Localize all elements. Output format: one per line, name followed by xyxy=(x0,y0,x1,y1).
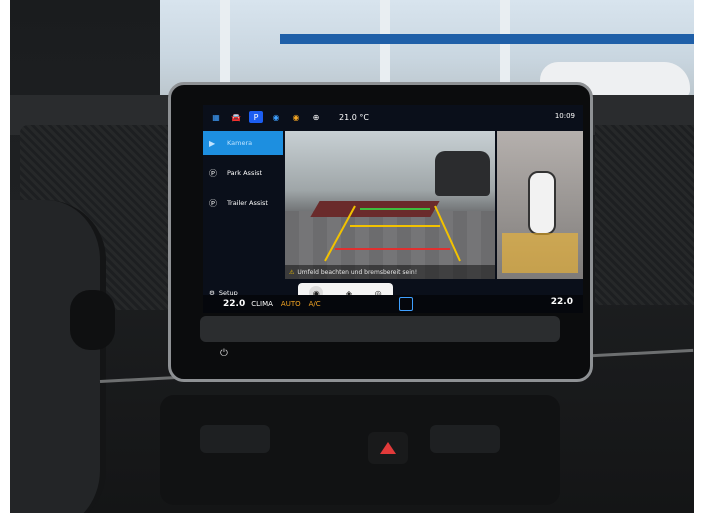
menu-item-park-assist[interactable]: Ⓟ Park Assist xyxy=(203,161,283,185)
guideline-yellow xyxy=(324,205,356,262)
menu-item-label: Trailer Assist xyxy=(227,199,268,207)
clima-label[interactable]: CLIMA xyxy=(251,300,273,308)
status-bar: ▦ 🚘 P ◉ ◉ ⊕ 21.0 °C 10:09 xyxy=(203,105,583,129)
rear-zone-highlight xyxy=(502,233,578,273)
camera-icon: ▶ xyxy=(209,138,216,148)
rear-camera-view: ⚠ Umfeld beachten und bremsbereit sein! xyxy=(285,131,495,279)
light-icon[interactable]: ◉ xyxy=(289,111,303,123)
right-temperature[interactable]: 22.0 xyxy=(551,297,573,307)
camera-warning: ⚠ Umfeld beachten und bremsbereit sein! xyxy=(285,265,495,279)
car-icon[interactable]: 🚘 xyxy=(229,111,243,123)
right-speaker-panel xyxy=(595,125,694,305)
park-assist-icon: Ⓟ xyxy=(209,168,217,178)
parking-guidelines xyxy=(324,205,461,262)
menu-item-label: Park Assist xyxy=(227,169,263,177)
assist-icon[interactable]: ◉ xyxy=(269,111,283,123)
menu-item-trailer-assist[interactable]: Ⓟ Trailer Assist xyxy=(203,191,283,215)
trailer-assist-icon: Ⓟ xyxy=(209,198,217,208)
climate-bar: 22.0 CLIMA AUTO A/C 22.0 xyxy=(203,295,583,313)
vehicle-top-icon xyxy=(528,171,556,235)
control-stalk xyxy=(70,290,115,350)
menu-item-label: Kamera xyxy=(227,139,253,147)
surround-top-view xyxy=(497,131,583,279)
ac-button[interactable]: A/C xyxy=(309,300,321,308)
add-icon[interactable]: ⊕ xyxy=(309,111,323,123)
menu-item-kamera[interactable]: ▶ Kamera xyxy=(203,131,283,155)
side-menu: ▶ Kamera Ⓟ Park Assist Ⓟ Trailer Assist xyxy=(203,131,283,291)
clock: 10:09 xyxy=(554,112,575,120)
infotainment-screen: ▦ 🚘 P ◉ ◉ ⊕ 21.0 °C 10:09 ▶ Kamera Ⓟ Par… xyxy=(203,105,583,313)
apps-grid-icon[interactable]: ▦ xyxy=(209,111,223,123)
lower-console xyxy=(160,395,560,505)
hazard-icon xyxy=(380,442,396,454)
steering-wheel xyxy=(10,200,106,513)
screen-touch-slider[interactable] xyxy=(200,316,560,342)
home-button[interactable] xyxy=(399,297,413,311)
power-icon[interactable]: ⏻ xyxy=(220,348,228,359)
parking-icon[interactable]: P xyxy=(249,111,263,123)
outside-temperature: 21.0 °C xyxy=(339,112,369,122)
warning-icon: ⚠ xyxy=(289,268,295,276)
left-temperature[interactable]: 22.0 xyxy=(223,299,245,309)
guideline-yellow xyxy=(434,205,461,262)
hazard-button[interactable] xyxy=(368,432,408,464)
auto-button[interactable]: AUTO xyxy=(281,300,301,308)
car-interior-scene: ⏻ ▦ 🚘 P ◉ ◉ ⊕ 21.0 °C 10:09 ▶ Kamera Ⓟ P… xyxy=(10,0,694,513)
